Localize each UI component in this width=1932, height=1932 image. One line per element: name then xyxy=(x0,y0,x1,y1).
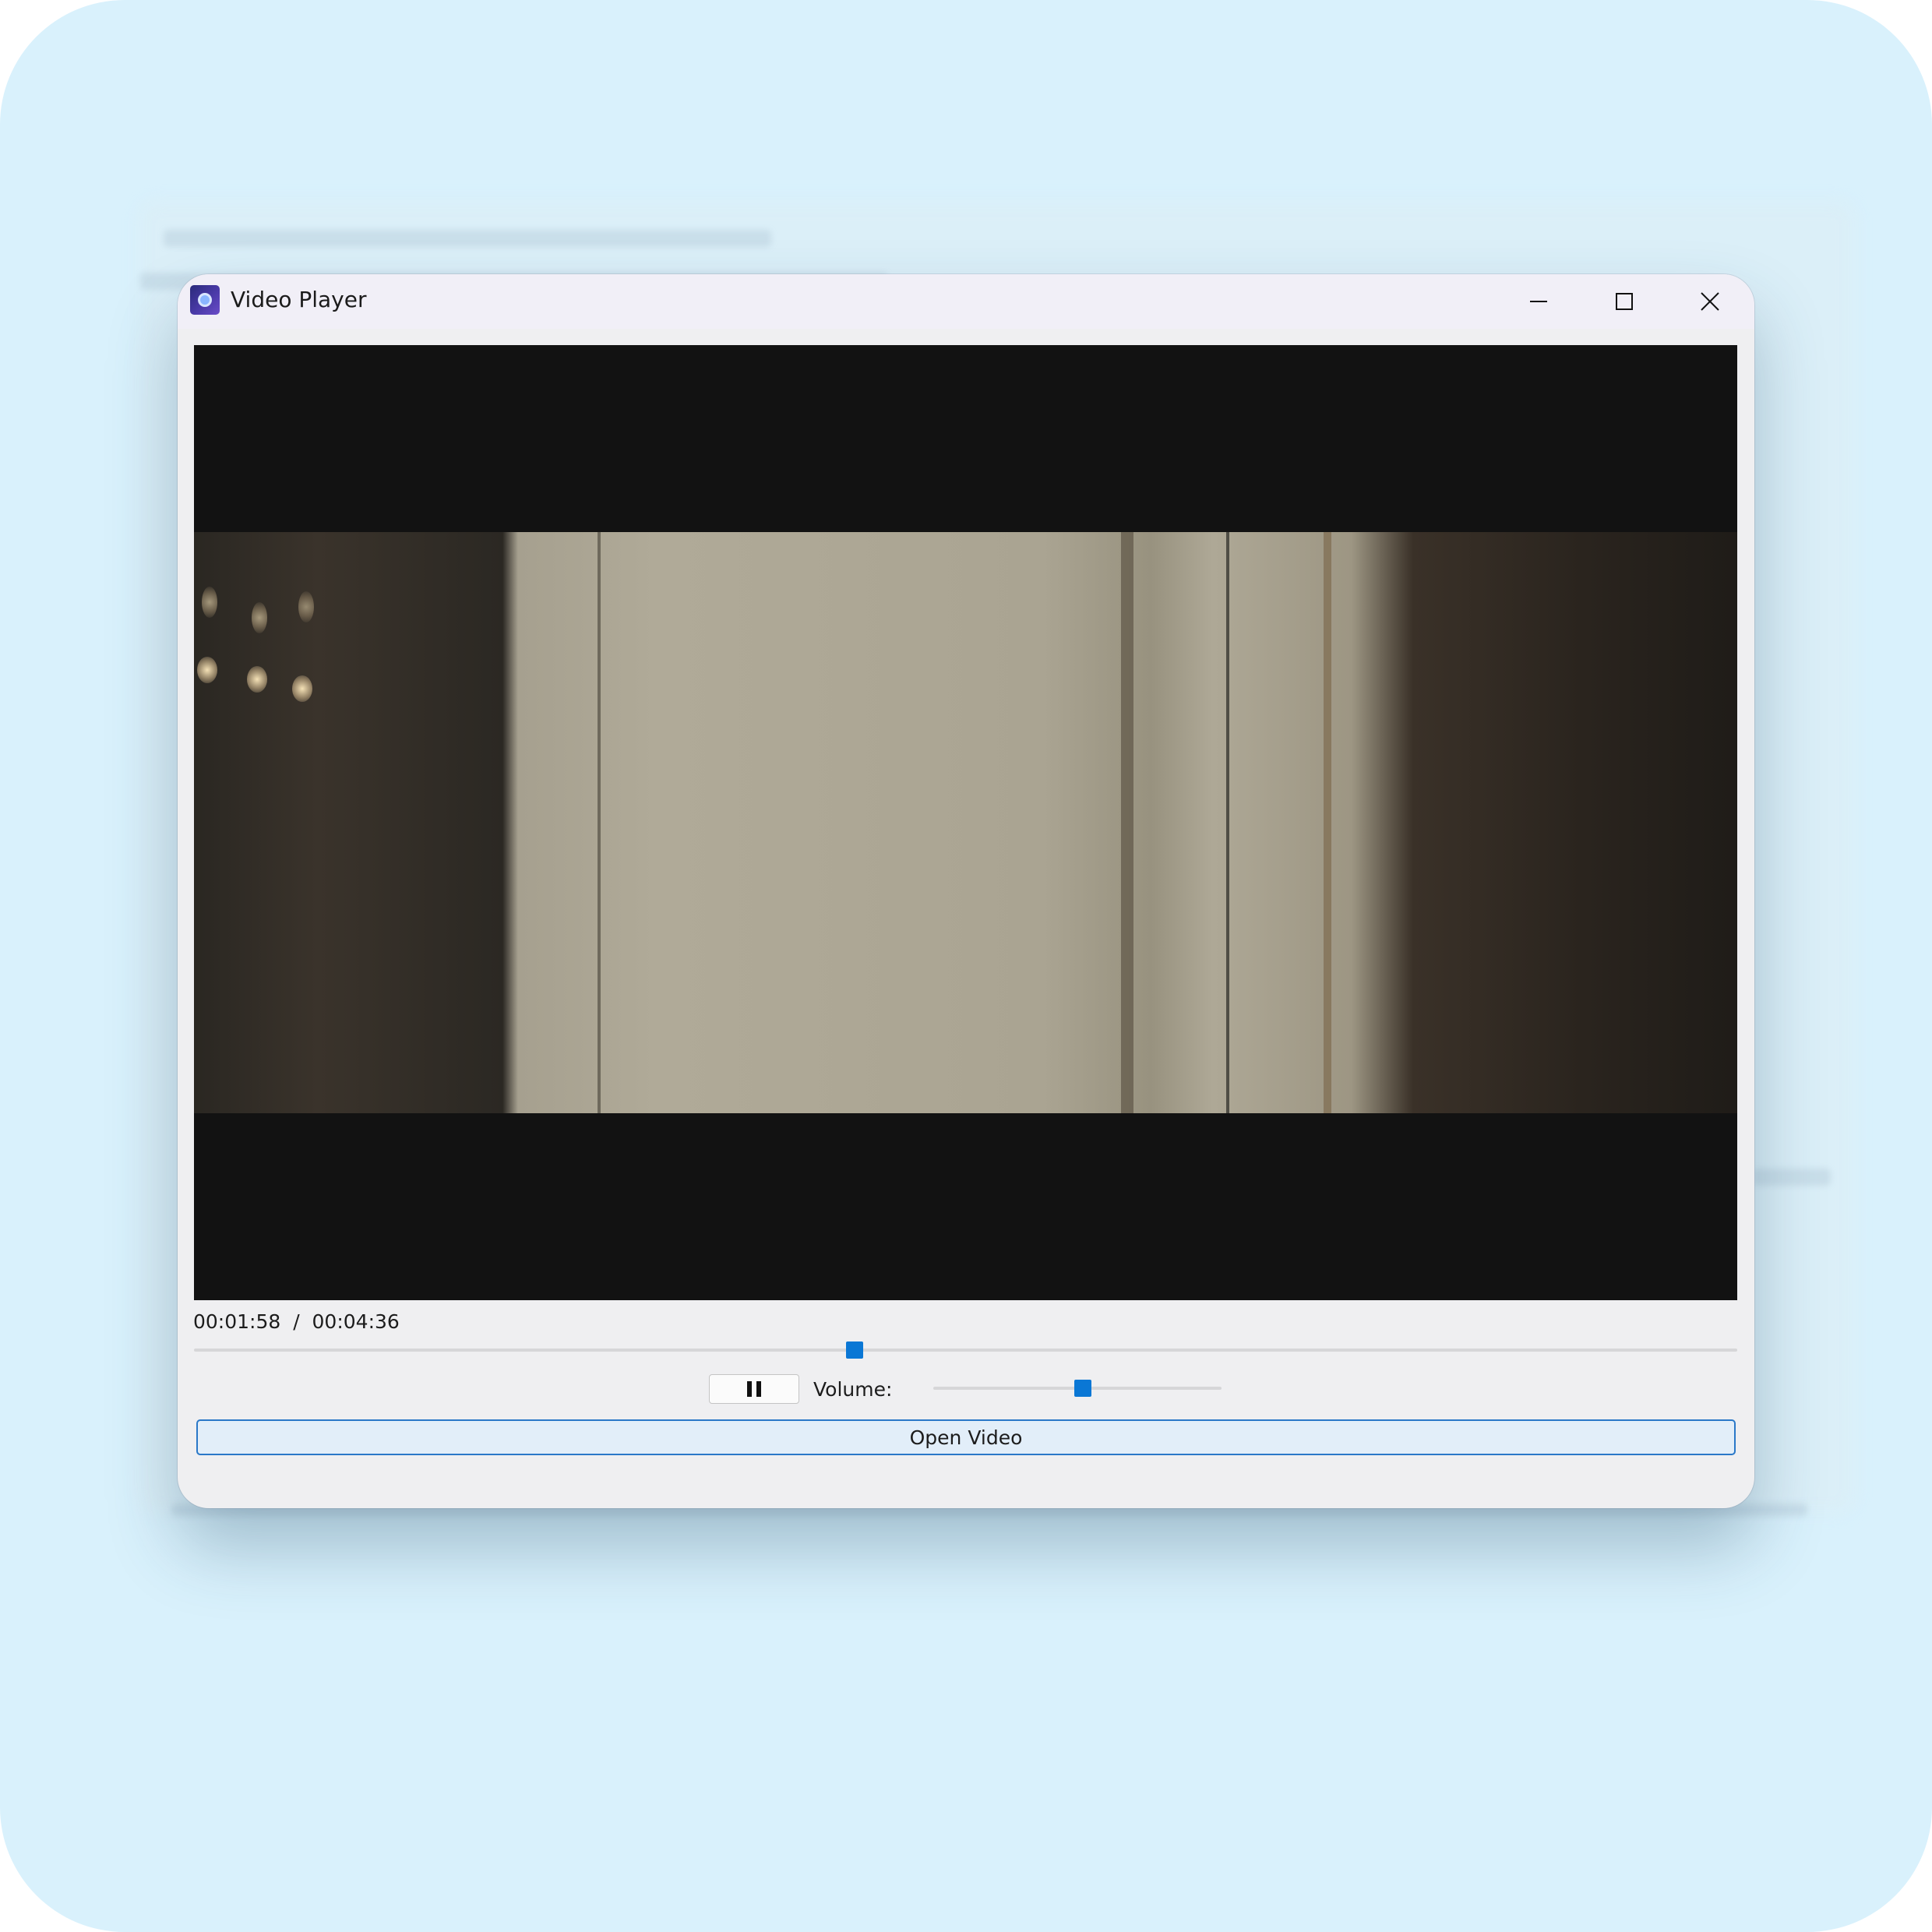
seek-slider-handle[interactable] xyxy=(845,1341,863,1359)
door-edge xyxy=(598,532,601,1113)
door-edge xyxy=(1324,532,1331,1113)
video-player-app-icon xyxy=(190,285,220,315)
video-frame xyxy=(194,532,1737,1113)
minimize-icon xyxy=(1530,301,1547,302)
background-text-blur xyxy=(1753,1169,1831,1186)
title-bar[interactable]: Video Player xyxy=(178,274,1754,329)
video-player-window: Video Player 00:01:58 / 00:04:36 Volume:… xyxy=(178,274,1754,1508)
pause-icon xyxy=(747,1381,761,1397)
seek-slider[interactable] xyxy=(194,1341,1737,1359)
bokeh-light xyxy=(202,587,217,618)
bokeh-light xyxy=(292,675,312,702)
maximize-icon xyxy=(1616,293,1633,310)
door-edge xyxy=(1121,532,1133,1113)
bokeh-light xyxy=(247,666,267,693)
door-edge xyxy=(1226,532,1229,1113)
bokeh-light xyxy=(252,602,267,633)
desktop-background: Video Player 00:01:58 / 00:04:36 Volume:… xyxy=(0,0,1932,1932)
time-display: 00:01:58 / 00:04:36 xyxy=(193,1310,400,1333)
volume-slider-handle[interactable] xyxy=(1074,1380,1092,1397)
open-video-button[interactable]: Open Video xyxy=(196,1419,1736,1455)
time-separator: / xyxy=(293,1310,300,1333)
current-time: 00:01:58 xyxy=(193,1310,281,1333)
maximize-button[interactable] xyxy=(1581,274,1667,329)
close-button[interactable] xyxy=(1667,274,1753,329)
minimize-button[interactable] xyxy=(1496,274,1581,329)
total-time: 00:04:36 xyxy=(312,1310,400,1333)
window-title: Video Player xyxy=(231,287,367,312)
close-icon xyxy=(1701,292,1719,311)
volume-label: Volume: xyxy=(813,1378,893,1401)
volume-slider[interactable] xyxy=(933,1380,1222,1397)
video-display[interactable] xyxy=(194,345,1737,1300)
background-text-blur xyxy=(164,230,771,247)
bokeh-light xyxy=(197,657,217,683)
pause-button[interactable] xyxy=(709,1374,799,1404)
bokeh-light xyxy=(298,591,314,622)
